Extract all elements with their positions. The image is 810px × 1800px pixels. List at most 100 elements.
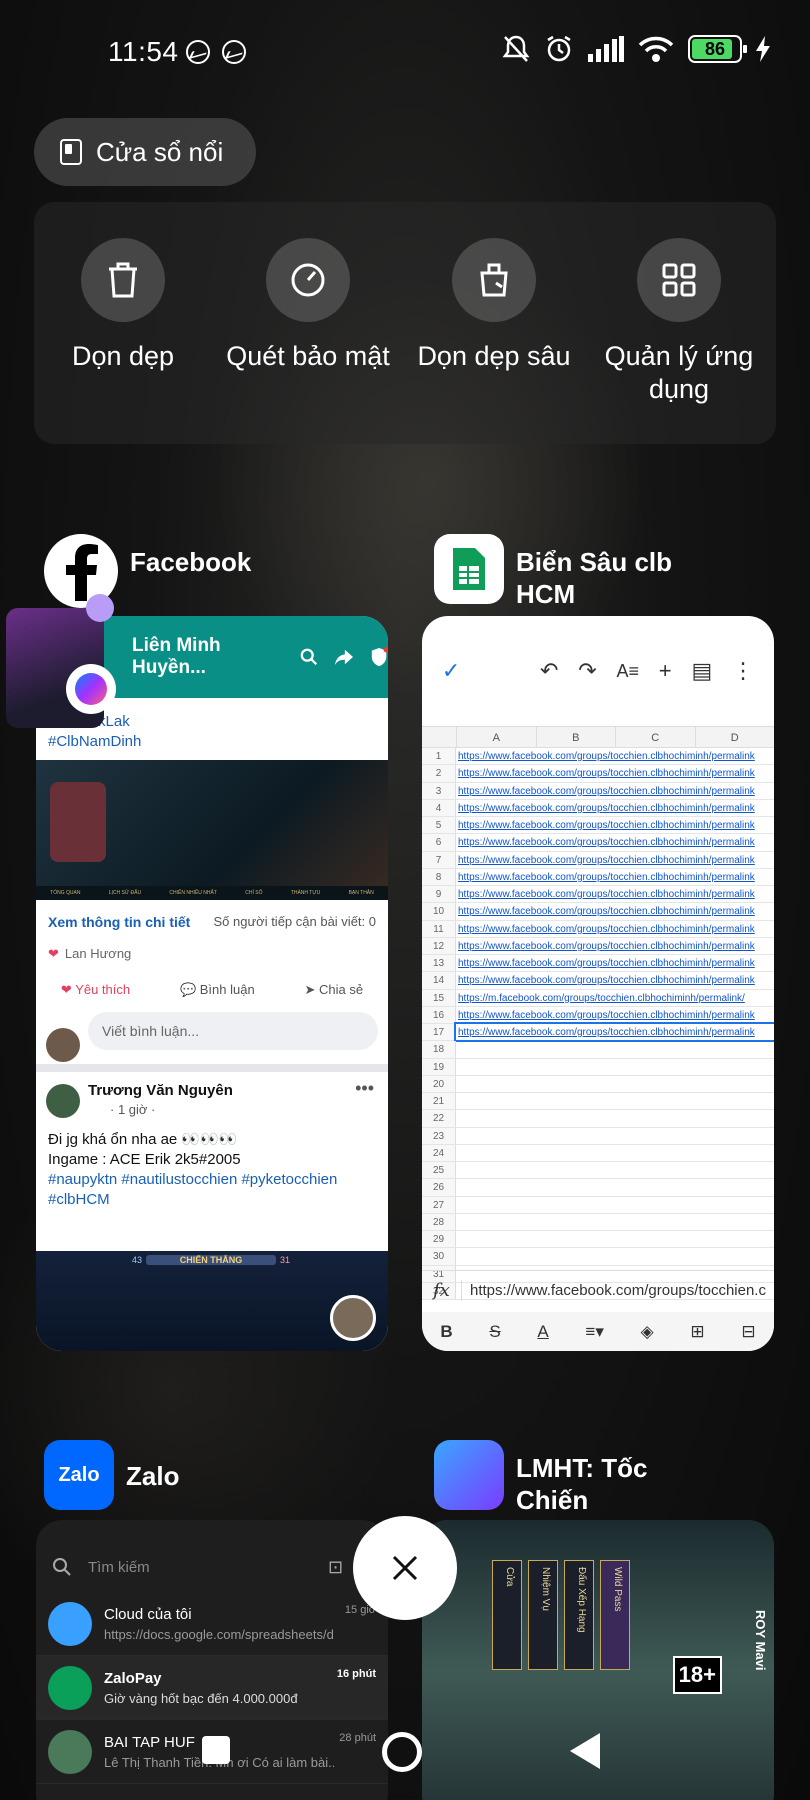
sheet-row[interactable]: 15 https://m.facebook.com/groups/tocchien… bbox=[422, 989, 774, 1007]
sheet-row[interactable]: 20 bbox=[422, 1075, 774, 1093]
sheet-cell[interactable]: https://www.facebook.com/groups/tocchien… bbox=[456, 765, 774, 781]
sheet-cell[interactable] bbox=[456, 1145, 774, 1161]
post-hashtags[interactable]: #naupyktn #nautilustocchien #pyketocchie… bbox=[48, 1170, 376, 1190]
sheet-row[interactable]: 14 https://www.facebook.com/groups/tocchi… bbox=[422, 972, 774, 990]
sheet-cell[interactable]: https://www.facebook.com/groups/tocchien… bbox=[456, 852, 774, 868]
sheet-cell[interactable] bbox=[456, 1093, 774, 1109]
insert-column-icon[interactable]: ⊟ bbox=[741, 1322, 755, 1342]
sheet-row[interactable]: 30 bbox=[422, 1248, 774, 1266]
fill-color-icon[interactable]: ◈ bbox=[641, 1322, 654, 1342]
row-number[interactable]: 30 bbox=[422, 1248, 456, 1265]
sheet-cell[interactable]: https://www.facebook.com/groups/tocchien… bbox=[456, 955, 774, 971]
sheet-cell[interactable] bbox=[456, 1179, 774, 1195]
sheet-row[interactable]: 28 bbox=[422, 1213, 774, 1231]
column-header[interactable]: C bbox=[615, 727, 695, 747]
row-number[interactable]: 26 bbox=[422, 1179, 456, 1196]
view-insights-link[interactable]: Xem thông tin chi tiết bbox=[48, 914, 190, 930]
sheet-row[interactable]: 23 bbox=[422, 1127, 774, 1145]
match-result-screenshot[interactable]: CHIẾN THẮNG 43 31 bbox=[36, 1251, 388, 1351]
game-profile-screenshot[interactable]: TỔNG QUAN LỊCH SỬ ĐẤU CHIẾN NHIỀU NHẤT C… bbox=[36, 760, 388, 900]
sheet-row[interactable]: 22 bbox=[422, 1110, 774, 1128]
add-icon[interactable]: + bbox=[659, 658, 672, 684]
sheet-row[interactable]: 7 https://www.facebook.com/groups/tocchie… bbox=[422, 851, 774, 869]
game-menu-item[interactable]: Wild Pass bbox=[600, 1560, 630, 1670]
spreadsheet-grid[interactable]: A B C D 1 https://www.facebook.com/groups… bbox=[422, 726, 774, 1300]
sheet-row[interactable]: 17 https://www.facebook.com/groups/tocchi… bbox=[422, 1021, 774, 1043]
align-icon[interactable]: ≡▾ bbox=[585, 1322, 603, 1342]
row-number[interactable]: 7 bbox=[422, 851, 456, 868]
game-menu-item[interactable]: Nhiệm Vụ bbox=[528, 1560, 558, 1670]
hashtag-line[interactable]: #ClbNamDinh bbox=[36, 732, 388, 752]
sheet-row[interactable]: 12 https://www.facebook.com/groups/tocchi… bbox=[422, 937, 774, 955]
sheet-cell[interactable] bbox=[456, 1231, 774, 1247]
row-number[interactable]: 23 bbox=[422, 1127, 456, 1144]
row-number[interactable]: 25 bbox=[422, 1162, 456, 1179]
sheet-cell[interactable]: https://www.facebook.com/groups/tocchien… bbox=[456, 800, 774, 816]
floating-window-button[interactable]: Cửa sổ nổi bbox=[34, 118, 256, 186]
sheet-row[interactable]: 9 https://www.facebook.com/groups/tocchie… bbox=[422, 886, 774, 904]
sheet-row[interactable]: 24 bbox=[422, 1144, 774, 1162]
row-number[interactable]: 3 bbox=[422, 782, 456, 799]
sheet-cell[interactable]: https://www.facebook.com/groups/tocchien… bbox=[456, 938, 774, 954]
avatar[interactable] bbox=[46, 1084, 80, 1118]
row-number[interactable]: 9 bbox=[422, 886, 456, 903]
chat-item[interactable]: Cloud của tôi https://docs.google.com/sp… bbox=[36, 1592, 388, 1656]
redo-icon[interactable]: ↷ bbox=[578, 658, 596, 684]
deep-clean-button[interactable]: Dọn dẹp sâu bbox=[404, 238, 584, 373]
row-number[interactable]: 14 bbox=[422, 972, 456, 989]
column-header[interactable]: B bbox=[535, 727, 616, 747]
row-number[interactable]: 19 bbox=[422, 1058, 456, 1075]
text-format-icon[interactable]: A≡ bbox=[616, 661, 639, 682]
game-menu-item[interactable]: Cửa bbox=[492, 1560, 522, 1670]
comment-icon[interactable]: ▤ bbox=[691, 658, 712, 684]
sheet-row[interactable]: 5 https://www.facebook.com/groups/tocchie… bbox=[422, 817, 774, 835]
column-header[interactable]: A bbox=[456, 727, 536, 747]
sheet-cell[interactable]: https://www.facebook.com/groups/tocchien… bbox=[456, 921, 774, 937]
formula-text[interactable]: https://www.facebook.com/groups/tocchien… bbox=[462, 1282, 766, 1299]
sheet-row[interactable]: 18 bbox=[422, 1041, 774, 1059]
column-header[interactable]: D bbox=[694, 727, 775, 747]
sheet-row[interactable]: 10 https://www.facebook.com/groups/tocchi… bbox=[422, 903, 774, 921]
comment-button[interactable]: 💬 Bình luận bbox=[180, 982, 255, 998]
post-hashtags[interactable]: #clbHCM bbox=[48, 1190, 376, 1210]
check-icon[interactable]: ✓ bbox=[442, 658, 460, 684]
sheet-cell[interactable]: https://www.facebook.com/groups/tocchien… bbox=[456, 817, 774, 833]
row-number[interactable]: 4 bbox=[422, 799, 456, 816]
sheets-recent-card[interactable]: ✓ ↶ ↷ A≡ + ▤ ⋮ A B C D 1 https://www.face… bbox=[422, 616, 774, 1351]
sheet-cell[interactable] bbox=[456, 1248, 774, 1264]
insert-row-icon[interactable]: ⊞ bbox=[690, 1322, 704, 1342]
back-button[interactable] bbox=[570, 1733, 600, 1769]
sheet-cell[interactable]: https://m.facebook.com/groups/tocchien.c… bbox=[456, 990, 774, 1006]
row-number[interactable]: 28 bbox=[422, 1213, 456, 1230]
clean-button[interactable]: Dọn dẹp bbox=[33, 238, 213, 373]
sheet-row[interactable]: 19 bbox=[422, 1058, 774, 1076]
game-menu-item[interactable]: Đấu Xếp Hạng bbox=[564, 1560, 594, 1670]
row-number[interactable]: 20 bbox=[422, 1075, 456, 1092]
sheet-cell[interactable] bbox=[456, 1162, 774, 1178]
bold-icon[interactable]: B bbox=[440, 1322, 452, 1342]
sheet-row[interactable]: 6 https://www.facebook.com/groups/tocchie… bbox=[422, 834, 774, 852]
row-number[interactable]: 22 bbox=[422, 1110, 456, 1127]
strikethrough-icon[interactable]: S bbox=[489, 1322, 500, 1342]
row-number[interactable]: 29 bbox=[422, 1231, 456, 1248]
formula-bar[interactable]: fx https://www.facebook.com/groups/tocch… bbox=[422, 1270, 774, 1310]
sheet-row[interactable]: 2 https://www.facebook.com/groups/tocchie… bbox=[422, 765, 774, 783]
share-button[interactable]: ➤ Chia sẻ bbox=[305, 982, 364, 998]
sheet-row[interactable]: 29 bbox=[422, 1231, 774, 1249]
sheet-row[interactable]: 25 bbox=[422, 1162, 774, 1180]
row-number[interactable]: 12 bbox=[422, 937, 456, 954]
sheet-cell[interactable]: https://www.facebook.com/groups/tocchien… bbox=[456, 783, 774, 799]
comment-input[interactable]: Viết bình luận... bbox=[88, 1012, 378, 1050]
sheet-row[interactable]: 26 bbox=[422, 1179, 774, 1197]
row-number[interactable]: 5 bbox=[422, 817, 456, 834]
row-number[interactable]: 15 bbox=[422, 989, 456, 1006]
clear-all-button[interactable] bbox=[353, 1516, 457, 1620]
sheet-cell[interactable] bbox=[456, 1214, 774, 1230]
love-button[interactable]: ❤ Yêu thích bbox=[61, 982, 130, 998]
sheet-row[interactable]: 4 https://www.facebook.com/groups/tocchie… bbox=[422, 799, 774, 817]
sheet-cell[interactable]: https://www.facebook.com/groups/tocchien… bbox=[456, 1007, 774, 1023]
row-number[interactable]: 2 bbox=[422, 765, 456, 782]
sheet-cell[interactable] bbox=[456, 1059, 774, 1075]
home-button[interactable] bbox=[382, 1732, 422, 1772]
avatar[interactable] bbox=[330, 1295, 376, 1341]
